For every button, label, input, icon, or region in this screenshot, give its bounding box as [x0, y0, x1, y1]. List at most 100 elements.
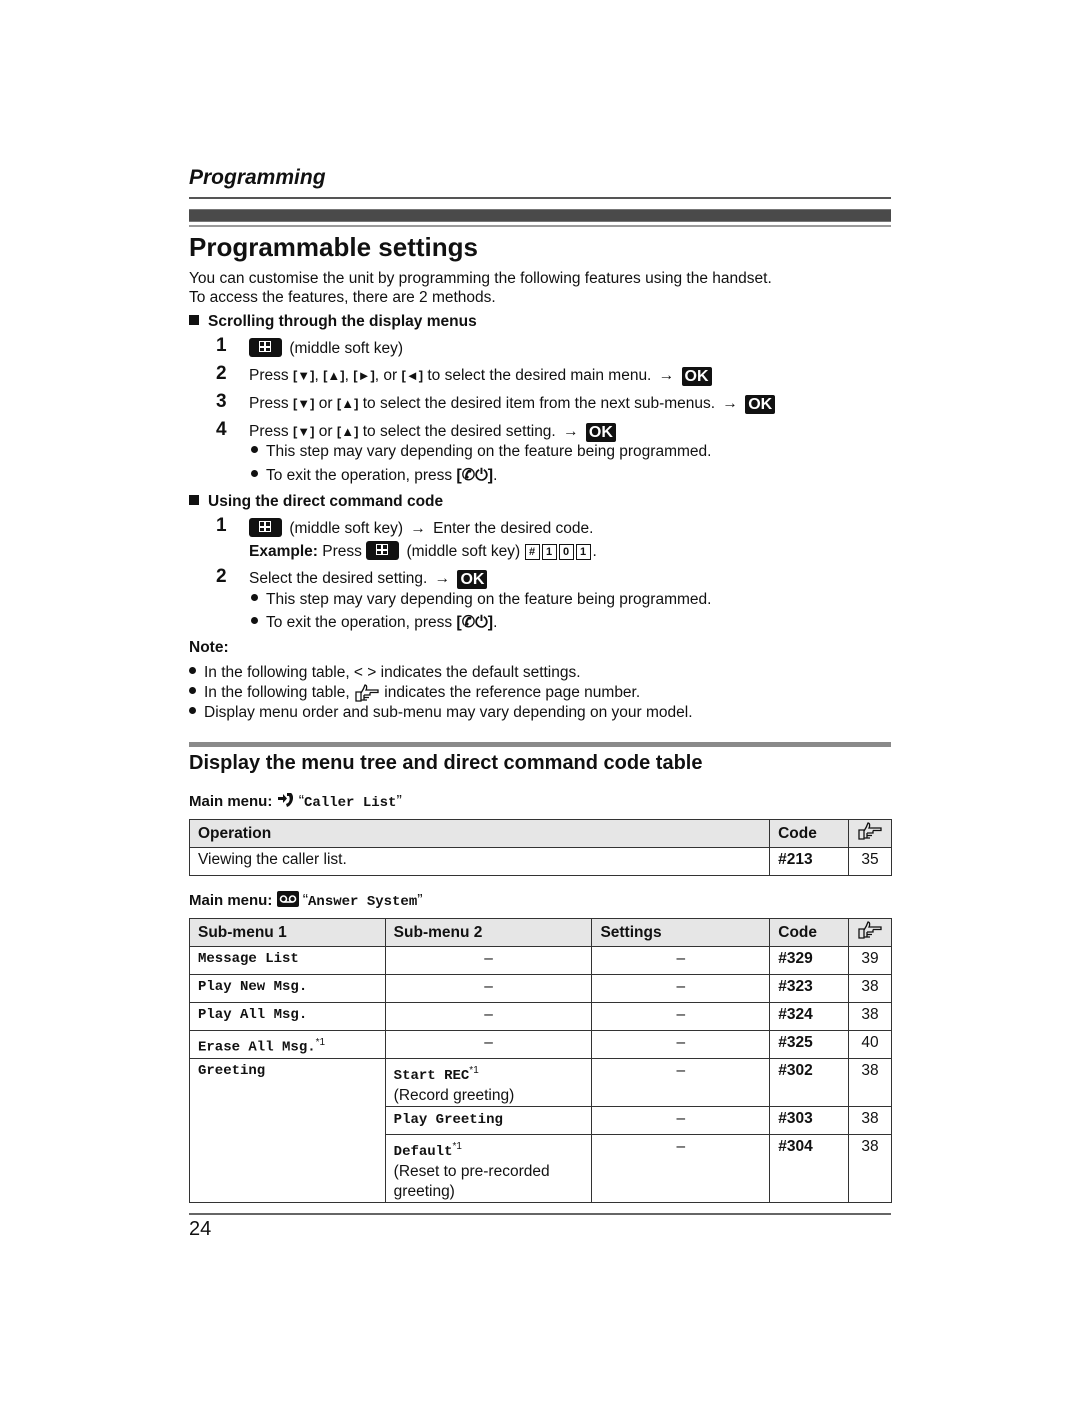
ok-key-icon: OK	[585, 423, 616, 442]
bullet-text: To exit the operation, press	[266, 467, 453, 484]
main-menu-name: Answer System	[308, 894, 418, 910]
col-code: Code	[769, 819, 849, 848]
step-text: to select the desired item from the next…	[362, 395, 716, 412]
chapter-title: Programming	[189, 166, 326, 189]
note-text: indicates the reference page number.	[384, 684, 641, 702]
cell-reference: 39	[848, 946, 892, 975]
scroll-bullet-2: To exit the operation, press [✆⏻].	[251, 465, 497, 485]
answer-system-menu-label: Main menu: “Answer System”	[189, 891, 423, 910]
direct-heading-text: Using the direct command code	[208, 493, 444, 510]
press-label: Press	[249, 423, 289, 440]
middle-soft-key-icon	[249, 518, 282, 537]
col-sub-menu-1: Sub-menu 1	[189, 918, 386, 947]
cell-code: #213	[769, 847, 849, 876]
up-key-icon: [▲]	[336, 424, 359, 439]
cell-settings: –	[591, 1106, 771, 1136]
footnote-marker: *1	[315, 1037, 326, 1048]
or-text: or	[383, 367, 398, 384]
answering-machine-icon	[276, 891, 299, 907]
ok-key-icon: OK	[681, 367, 712, 386]
hash-key-icon: #	[524, 544, 540, 560]
step-number: 1	[216, 515, 227, 536]
square-bullet-icon	[189, 495, 199, 505]
press-label: Press	[249, 395, 289, 412]
chapter-divider	[189, 197, 891, 199]
step-number: 2	[216, 363, 227, 384]
bullet-icon	[251, 446, 258, 453]
caller-list-icon	[277, 793, 293, 807]
cell-sub-menu-2: –	[384, 1030, 593, 1059]
off-power-key-icon: [✆⏻]	[456, 614, 494, 631]
arrow-right-icon: →	[434, 570, 451, 587]
step-text: (middle soft key)	[289, 340, 404, 357]
ok-key-icon: OK	[457, 570, 488, 589]
cell-code: #323	[769, 974, 849, 1003]
cell-settings: –	[591, 1002, 771, 1031]
table-row: Play New Msg. – – #323 38	[189, 974, 892, 1003]
sub-menu-text: Default	[393, 1144, 453, 1161]
col-settings: Settings	[591, 918, 771, 947]
pointing-hand-icon	[858, 822, 882, 840]
cell-reference: 38	[848, 1134, 892, 1204]
direct-bullet-1: This step may vary depending on the feat…	[251, 591, 711, 609]
table-row: Greeting Start REC*1 (Record greeting) –…	[189, 1057, 892, 1204]
sub-menu-text: Start REC	[393, 1068, 470, 1085]
bullet-icon	[251, 617, 258, 624]
example-label: Example:	[249, 543, 318, 560]
cell-sub-menu-2: –	[384, 974, 593, 1003]
col-reference	[848, 918, 892, 947]
note-item-1: In the following table, < > indicates th…	[189, 664, 581, 682]
section-divider	[189, 742, 891, 747]
square-bullet-icon	[189, 315, 199, 325]
cell-settings: –	[591, 1030, 771, 1059]
section-band	[189, 209, 891, 222]
cell-sub-menu-2: Play Greeting	[384, 1106, 593, 1136]
direct-bullet-2: To exit the operation, press [✆⏻].	[251, 612, 497, 632]
col-reference	[848, 819, 892, 848]
intro-text: You can customise the unit by programmin…	[189, 269, 772, 307]
down-key-icon: [▼]	[292, 368, 315, 383]
step-number: 4	[216, 419, 227, 440]
note-item-3: Display menu order and sub-menu may vary…	[189, 704, 693, 722]
down-key-icon: [▼]	[292, 396, 315, 411]
intro-line-1: You can customise the unit by programmin…	[189, 270, 772, 287]
note-text: In the following table,	[204, 684, 350, 702]
arrow-right-icon: →	[410, 520, 426, 537]
cell-sub-menu-2: –	[384, 946, 593, 975]
example-text: (middle soft key)	[406, 543, 521, 560]
cell-operation: Viewing the caller list.	[188, 847, 771, 876]
cell-code: #329	[769, 946, 849, 975]
middle-soft-key-icon	[249, 338, 282, 357]
cell-code: #325	[769, 1030, 849, 1059]
cell-reference: 40	[848, 1030, 892, 1059]
section-title: Display the menu tree and direct command…	[189, 752, 703, 774]
left-key-icon: [◄]	[401, 368, 424, 383]
right-key-icon: [►]	[353, 368, 375, 383]
bullet-text: This step may vary depending on the feat…	[266, 443, 712, 460]
sub-menu-text: Erase All Msg.	[198, 1039, 316, 1056]
cell-code: #304	[769, 1134, 849, 1204]
or-text: or	[318, 423, 333, 440]
arrow-right-icon: →	[722, 395, 738, 412]
cell-settings: –	[591, 1134, 771, 1204]
bullet-icon	[189, 707, 196, 714]
pointing-hand-icon	[355, 684, 379, 702]
caller-list-table: Operation Code Viewing the caller list. …	[188, 819, 892, 876]
cell-sub-menu-1: Message List	[189, 946, 386, 975]
step-number: 3	[216, 391, 227, 412]
off-power-key-icon: [✆⏻]	[456, 467, 494, 484]
note-item-2: In the following table, indicates the re…	[189, 684, 640, 702]
step-text-2: Enter the desired code.	[433, 520, 594, 537]
pointing-hand-icon	[858, 921, 882, 939]
answer-system-table: Sub-menu 1 Sub-menu 2 Settings Code Mess…	[189, 918, 892, 1204]
col-sub-menu-2: Sub-menu 2	[384, 918, 593, 947]
bullet-icon	[189, 667, 196, 674]
step-text: to select the desired setting.	[362, 423, 556, 440]
bullet-icon	[251, 594, 258, 601]
note-label: Note:	[189, 639, 229, 656]
table-row: Erase All Msg.*1 – – #325 40	[189, 1030, 892, 1059]
cell-reference: 38	[848, 1106, 892, 1136]
cell-settings: –	[591, 946, 771, 975]
step-text: to select the desired main menu.	[427, 367, 652, 384]
col-operation: Operation	[188, 819, 771, 848]
